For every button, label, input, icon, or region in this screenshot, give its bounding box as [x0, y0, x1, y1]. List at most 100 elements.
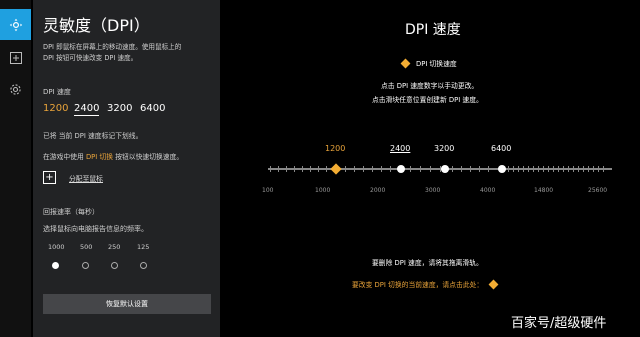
slider-tick — [270, 166, 271, 172]
slider-stop-3200[interactable] — [441, 165, 449, 173]
scale-label: 4000 — [480, 187, 496, 194]
dpi-option-3200[interactable]: 3200 — [107, 103, 132, 114]
panel-title: 灵敏度（DPI） — [43, 16, 150, 35]
remove-hint: 要删除 DPI 速度，请将其拖离滑轨。 — [372, 259, 483, 267]
rate-option-label: 500 — [80, 243, 93, 251]
scale-label: 14800 — [534, 187, 554, 194]
slider-stop-2400[interactable] — [397, 165, 405, 173]
assign-link[interactable]: 分配至鼠标 — [69, 173, 103, 183]
slider-tick — [593, 166, 594, 172]
settings-panel: 灵敏度（DPI） DPI 即鼠标在屏幕上的移动速度。使用鼠标上的 DPI 按钮可… — [33, 0, 220, 337]
slider-tick — [603, 166, 604, 172]
rate-option-label: 250 — [108, 243, 121, 251]
change-hint: 要改变 DPI 切换的当前速度，请点击此处： — [352, 279, 499, 289]
move-icon[interactable] — [0, 9, 31, 40]
assign-to-mouse[interactable]: + 分配至鼠标 — [43, 171, 103, 184]
stop-value-1200[interactable]: 1200 — [325, 144, 345, 153]
slider-tick — [508, 166, 509, 172]
rate-radio-250[interactable] — [111, 262, 118, 269]
marked-note: 已将 当前 DPI 速度标记下划线。 — [43, 132, 143, 140]
nav-rail — [0, 0, 31, 337]
slider-tick — [533, 166, 534, 172]
tag-text: DPI 切换速度 — [416, 60, 457, 68]
slider-tick — [470, 166, 471, 172]
slider-tick — [363, 166, 364, 172]
slider-tick — [543, 166, 544, 172]
rate-radio-125[interactable] — [140, 262, 147, 269]
add-icon[interactable] — [0, 42, 31, 73]
scale-label: 2000 — [370, 187, 386, 194]
slider-tick — [354, 166, 355, 172]
slider-tick — [488, 166, 489, 172]
plus-icon[interactable]: + — [43, 171, 56, 184]
slider-tick — [548, 166, 549, 172]
slider-tick — [563, 166, 564, 172]
stop-value-3200[interactable]: 3200 — [434, 144, 454, 153]
slider-tick — [302, 166, 303, 172]
slider-tick — [583, 166, 584, 172]
slider-tick — [430, 166, 431, 172]
switch-note-pre: 在游戏中使用 — [43, 153, 84, 161]
diamond-icon[interactable] — [488, 279, 499, 289]
dpi-option-1200[interactable]: 1200 — [43, 103, 68, 114]
slider-tick — [528, 166, 529, 172]
report-rate-desc: 选择鼠标向电脑报告信息的频率。 — [43, 225, 148, 233]
slider-tick — [518, 166, 519, 172]
slider-tick — [294, 166, 295, 172]
slider-tick — [573, 166, 574, 172]
dpi-option-2400[interactable]: 2400 — [74, 103, 100, 116]
slider-tick — [558, 166, 559, 172]
slider-tick — [318, 166, 319, 172]
panel-description: DPI 即鼠标在屏幕上的移动速度。使用鼠标上的 DPI 按钮可快速改变 DPI … — [43, 42, 213, 64]
switch-note-post: 按钮以快速切换速度。 — [115, 153, 184, 161]
slider-tick — [381, 166, 382, 172]
desc-line-1: DPI 即鼠标在屏幕上的移动速度。使用鼠标上的 — [43, 43, 182, 51]
change-hint-text: 要改变 DPI 切换的当前速度，请点击此处： — [352, 281, 484, 289]
desc-line-2: DPI 按钮可快速改变 DPI 速度。 — [43, 54, 138, 62]
rate-radio-1000[interactable] — [52, 262, 59, 269]
slider-tick — [452, 166, 453, 172]
slider-tick — [326, 166, 327, 172]
settings-icon[interactable] — [0, 74, 31, 105]
report-rate-label: 回报速率（每秒） — [43, 208, 99, 216]
slider-tick — [310, 166, 311, 172]
scale-label: 3000 — [425, 187, 441, 194]
slider-tick — [278, 166, 279, 172]
stop-value-2400[interactable]: 2400 — [390, 144, 410, 153]
slider-stop-6400[interactable] — [498, 165, 506, 173]
slider-tick — [420, 166, 421, 172]
switch-note-highlight: DPI 切换 — [85, 153, 114, 161]
slider-tick — [538, 166, 539, 172]
diamond-icon — [400, 58, 411, 68]
slider-tick — [286, 166, 287, 172]
slider-tick — [513, 166, 514, 172]
rate-option-label: 125 — [137, 243, 150, 251]
rate-radio-500[interactable] — [82, 262, 89, 269]
reset-defaults-button[interactable]: 恢复默认设置 — [43, 294, 211, 314]
main-title: DPI 速度 — [405, 22, 461, 38]
slider-tick — [372, 166, 373, 172]
rate-option-label: 1000 — [48, 243, 65, 251]
switch-note: 在游戏中使用 DPI 切换 按钮以快速切换速度。 — [43, 151, 183, 161]
scale-label: 100 — [262, 187, 274, 194]
scale-label: 25600 — [588, 187, 608, 194]
scale-label: 1000 — [315, 187, 331, 194]
slider-tick — [523, 166, 524, 172]
dpi-switch-tag: DPI 切换速度 — [400, 58, 457, 68]
hint-click-number: 点击 DPI 速度数字以手动更改。 — [381, 82, 479, 90]
slider-tick — [568, 166, 569, 172]
stop-value-6400[interactable]: 6400 — [491, 144, 511, 153]
dpi-speed-label: DPI 速度 — [43, 88, 71, 96]
hint-click-slider: 点击滑块任意位置创建新 DPI 速度。 — [372, 96, 483, 104]
slider-tick — [588, 166, 589, 172]
slider-tick — [598, 166, 599, 172]
slider-tick — [461, 166, 462, 172]
slider-tick — [345, 166, 346, 172]
slider-tick — [479, 166, 480, 172]
slider-stop-1200[interactable] — [330, 163, 342, 175]
slider-tick — [553, 166, 554, 172]
dpi-option-6400[interactable]: 6400 — [140, 103, 165, 114]
slider-tick — [410, 166, 411, 172]
watermark: 百家号/超级硬件 — [511, 316, 607, 331]
slider-tick — [390, 166, 391, 172]
